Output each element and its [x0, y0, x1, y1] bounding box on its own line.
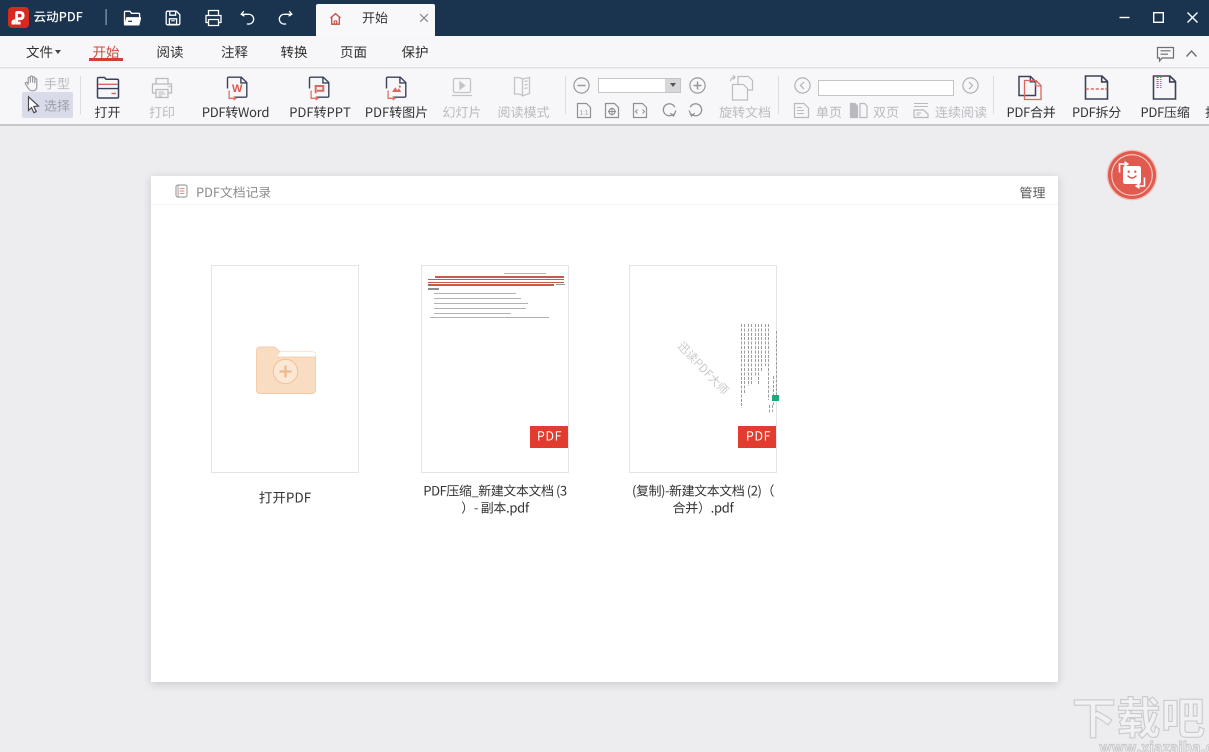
svg-text:1:1: 1:1	[579, 110, 588, 117]
svg-text:W: W	[232, 83, 243, 95]
